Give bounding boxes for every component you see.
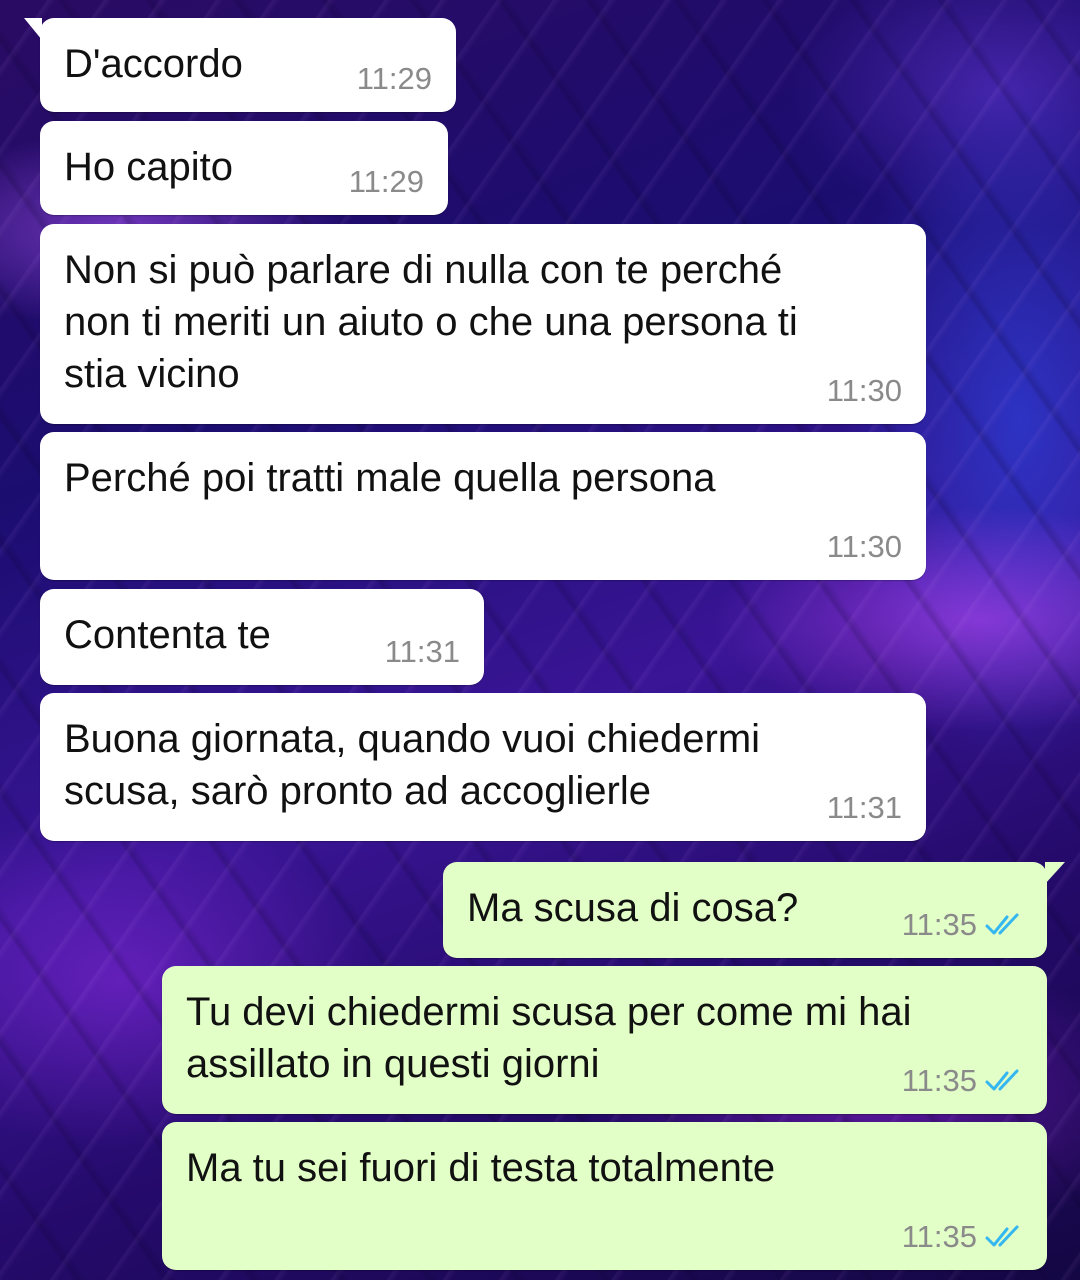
- double-check-read-icon: [985, 913, 1019, 935]
- message-timestamp: 11:30: [826, 373, 902, 408]
- message-meta: 11:35: [902, 908, 1027, 942]
- bubble-tail: [24, 18, 42, 40]
- incoming-message-bubble[interactable]: D'accordo 11:29: [24, 18, 456, 112]
- message-meta: 11:35: [902, 1064, 1027, 1098]
- chat-message-list[interactable]: D'accordo 11:29 Ho capito 11:29 Non si p…: [0, 0, 1080, 1280]
- outgoing-message-bubble[interactable]: Tu devi chiedermi scusa per come mi hai …: [162, 966, 1047, 1114]
- message-text: Ma tu sei fuori di testa totalmente: [186, 1146, 776, 1190]
- message-text: Perché poi tratti male quella persona: [64, 456, 716, 500]
- message-meta: 11:35: [902, 1220, 1027, 1254]
- outgoing-message-bubble[interactable]: Ma tu sei fuori di testa totalmente 11:3…: [162, 1122, 1047, 1270]
- message-timestamp: 11:31: [826, 790, 902, 825]
- double-check-read-icon: [985, 1225, 1019, 1247]
- message-meta: 11:31: [385, 635, 460, 669]
- message-meta: 11:29: [349, 165, 424, 199]
- message-text: Buona giornata, quando vuoi chiedermi sc…: [64, 717, 761, 813]
- message-timestamp: 11:29: [356, 61, 432, 96]
- message-meta: 11:29: [357, 62, 432, 96]
- message-timestamp: 11:35: [901, 1219, 977, 1254]
- incoming-message-bubble[interactable]: Perché poi tratti male quella persona 11…: [40, 432, 926, 580]
- incoming-message-bubble[interactable]: Contenta te 11:31: [40, 589, 484, 685]
- double-check-read-icon: [985, 1069, 1019, 1091]
- message-timestamp: 11:35: [901, 907, 977, 942]
- outgoing-message-bubble[interactable]: Ma scusa di cosa? 11:35: [443, 862, 1065, 958]
- incoming-message-bubble[interactable]: Non si può parlare di nulla con te perch…: [40, 224, 926, 424]
- message-timestamp: 11:30: [826, 529, 902, 564]
- bubble-tail: [1045, 862, 1065, 884]
- message-timestamp: 11:31: [384, 634, 460, 669]
- message-meta: 11:30: [827, 530, 902, 564]
- message-text: Tu devi chiedermi scusa per come mi hai …: [186, 990, 912, 1086]
- message-timestamp: 11:29: [348, 164, 424, 199]
- message-text: Non si può parlare di nulla con te perch…: [64, 248, 798, 396]
- message-timestamp: 11:35: [901, 1063, 977, 1098]
- incoming-message-bubble[interactable]: Buona giornata, quando vuoi chiedermi sc…: [40, 693, 926, 841]
- incoming-message-bubble[interactable]: Ho capito 11:29: [40, 121, 448, 215]
- message-meta: 11:30: [827, 374, 902, 408]
- message-meta: 11:31: [827, 791, 902, 825]
